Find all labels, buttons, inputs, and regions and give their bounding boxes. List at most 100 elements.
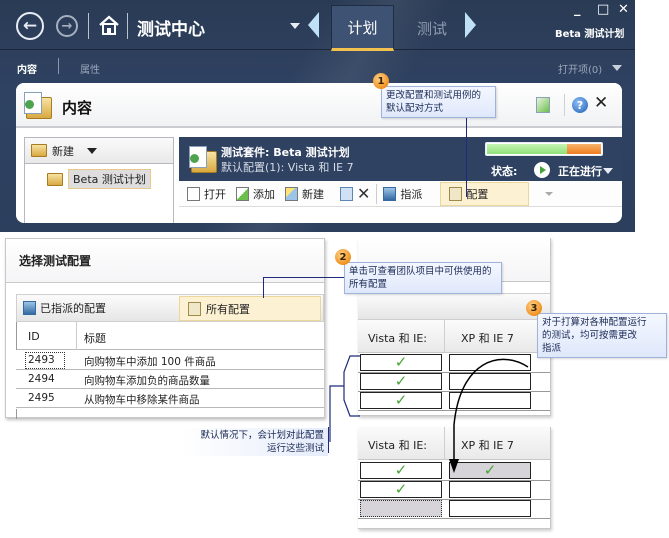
test-center-window: ← → 测试中心 计划 测试 _ □ ✕ Beta 测试计划 内容 属性 打开项…: [0, 0, 635, 232]
close-icon: ✕: [594, 93, 609, 113]
delete-button[interactable]: ✕: [357, 184, 370, 203]
column-vista-ie[interactable]: Vista 和 IE:: [368, 330, 427, 346]
note-line-2: 运行这些测试: [266, 443, 324, 454]
subtab-content[interactable]: 内容: [17, 61, 37, 76]
help-button[interactable]: ?: [572, 97, 588, 113]
config-cell-vista[interactable]: ✓: [360, 373, 442, 390]
config-cell-vista[interactable]: ✓: [360, 354, 442, 371]
column-xp-ie7[interactable]: XP 和 IE 7: [461, 330, 514, 346]
all-configs-tab[interactable]: 所有配置: [179, 296, 321, 321]
arrow-left-circle-icon: ←: [22, 16, 38, 36]
check-icon: ✓: [394, 372, 408, 390]
check-icon: ✓: [394, 461, 408, 479]
callout-2-leader: [263, 277, 264, 298]
check-icon: ✓: [394, 353, 408, 371]
forward-button[interactable]: →: [56, 15, 78, 37]
divider: [564, 94, 565, 116]
open-items-chevron-icon[interactable]: [612, 65, 622, 71]
check-icon: ✓: [394, 480, 408, 498]
callout-2-line-1: 单击可查看团队项目中可供使用的: [349, 266, 492, 277]
assign-label: 指派: [400, 187, 423, 201]
new-dropdown-icon[interactable]: [87, 147, 97, 154]
nav-prev-icon[interactable]: [308, 12, 319, 38]
suite-icon: [189, 146, 217, 173]
status-dropdown-icon[interactable]: [603, 168, 613, 174]
callout-1-line-1: 更改配置和测试用例的: [386, 90, 482, 101]
back-button[interactable]: ←: [16, 12, 44, 40]
status-value[interactable]: 正在进行: [558, 163, 602, 179]
help-icon: ?: [576, 98, 584, 112]
all-configs-icon: [188, 301, 201, 316]
note-leader: [328, 427, 329, 453]
app-title: 测试中心: [137, 20, 205, 40]
table-row[interactable]: 2495 从购物车中移除某件商品: [16, 389, 324, 408]
add-label: 添加: [253, 187, 275, 201]
test-suite-pane: 测试套件: Beta 测试计划 默认配置(1): Vista 和 IE 7 状态…: [179, 137, 622, 223]
add-button[interactable]: 添加: [236, 186, 275, 202]
configure-icon: [449, 186, 463, 201]
assigned-configs-icon: [23, 301, 36, 315]
home-button[interactable]: [97, 13, 121, 37]
column-id[interactable]: ID: [28, 330, 40, 343]
table-row[interactable]: 2493 向购物车中添加 100 件商品: [16, 351, 324, 370]
config-cell-vista[interactable]: ✓: [360, 392, 442, 409]
divider: [376, 183, 378, 204]
column-title[interactable]: 标题: [84, 330, 106, 346]
tab-plan[interactable]: 计划: [331, 5, 394, 51]
tab-plan-label: 计划: [347, 18, 378, 37]
config-cell-vista[interactable]: [360, 500, 442, 517]
status-label: 状态:: [491, 165, 518, 178]
close-window-button[interactable]: ✕: [618, 2, 629, 17]
plan-folder-icon: [47, 172, 63, 186]
configure-label: 配置: [466, 187, 489, 201]
column-separator: [444, 320, 445, 353]
config-cell-vista[interactable]: ✓: [360, 462, 442, 479]
subtab-properties[interactable]: 属性: [80, 61, 100, 76]
suite-toolbar: 打开 添加 新建 ✕ 指派 配置: [179, 181, 622, 207]
add-icon: [236, 186, 249, 201]
column-vista-ie[interactable]: Vista 和 IE:: [368, 437, 427, 453]
table-row[interactable]: 2494 向购物车添加负的商品数量: [16, 370, 324, 389]
all-configs-label: 所有配置: [206, 302, 250, 316]
grid-filter-band: [358, 294, 550, 320]
toolbar-overflow-icon[interactable]: [545, 191, 554, 196]
title-dropdown-icon[interactable]: [290, 23, 300, 29]
nav-next-icon[interactable]: [465, 12, 476, 38]
assigned-configs-tab[interactable]: 已指派的配置: [23, 300, 106, 316]
tree-toolbar: 新建: [25, 138, 173, 164]
callout-2-leader: [263, 277, 345, 278]
select-test-configuration-dialog: 选择测试配置 已指派的配置 所有配置 ID 标题 2493 向购物车中添加 10…: [5, 238, 325, 419]
tab-test[interactable]: 测试: [404, 5, 460, 51]
refresh-button[interactable]: [536, 97, 550, 113]
open-button[interactable]: 打开: [187, 186, 226, 202]
in-progress-play-icon: [534, 162, 550, 178]
close-panel-button[interactable]: ✕: [594, 93, 608, 113]
config-cell-xp[interactable]: [449, 500, 531, 517]
assign-button[interactable]: 指派: [383, 186, 422, 202]
tree-item-beta-plan[interactable]: Beta 测试计划: [47, 169, 151, 189]
minimize-button[interactable]: _: [574, 2, 581, 17]
tree-new-button[interactable]: 新建: [52, 143, 74, 159]
check-icon: ✓: [394, 391, 408, 409]
suite-default-config: 默认配置(1): Vista 和 IE 7: [221, 161, 354, 174]
config-column-headers: Vista 和 IE: XP 和 IE 7: [358, 320, 550, 353]
divider: [88, 13, 89, 39]
config-filter-bar: 已指派的配置 所有配置: [16, 294, 324, 322]
content-panel-header: 内容 ? ✕: [16, 83, 622, 128]
maximize-button[interactable]: □: [597, 2, 609, 17]
tree-item-label: Beta 测试计划: [68, 169, 151, 189]
callout-3-line-3: 指派: [542, 343, 562, 354]
note-line-1: 默认情况下，会计划对此配置: [200, 430, 324, 441]
row-title: 从购物车中移除某件商品: [84, 394, 200, 406]
arrow-right-circle-icon: →: [61, 18, 73, 34]
new-button[interactable]: 新建: [285, 186, 324, 202]
copy-button[interactable]: [340, 186, 353, 201]
configure-button[interactable]: 配置: [440, 181, 530, 206]
plan-tree: 新建 Beta 测试计划: [24, 137, 174, 223]
open-items-dropdown[interactable]: 打开项(0): [558, 61, 602, 76]
reassign-arrow: [449, 358, 529, 473]
progress-remaining: [566, 144, 601, 154]
default-config-note: 默认情况下，会计划对此配置 运行这些测试: [180, 428, 328, 456]
config-cell-vista[interactable]: ✓: [360, 481, 442, 498]
assigned-configs-label: 已指派的配置: [40, 302, 106, 315]
